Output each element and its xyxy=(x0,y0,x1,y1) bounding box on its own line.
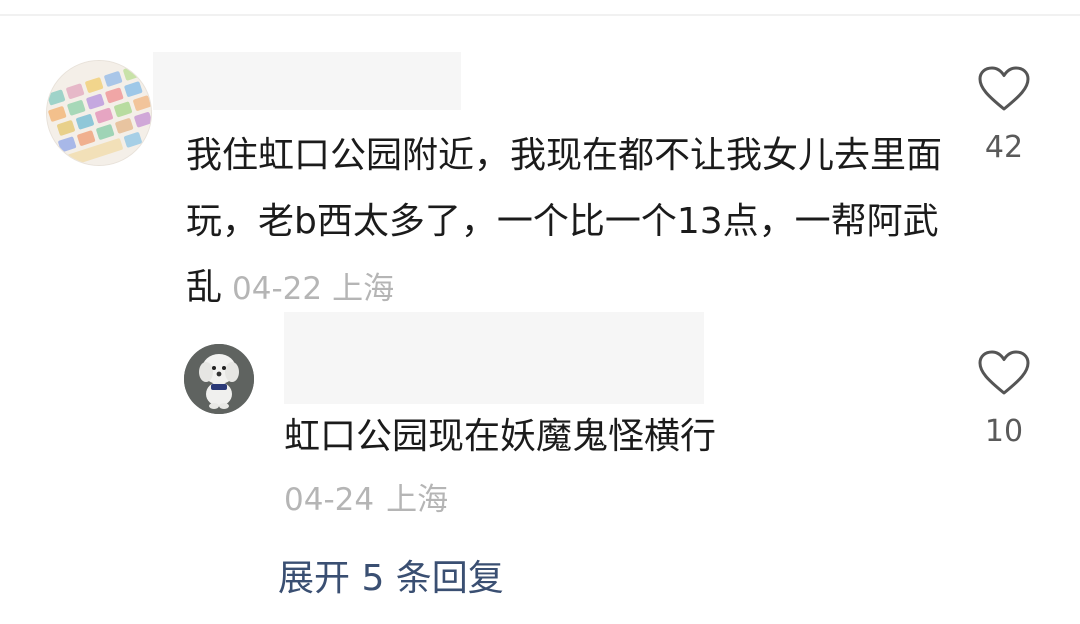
reply-date: 04-24 xyxy=(284,482,375,518)
heart-outline-icon xyxy=(978,66,1030,111)
comment-date: 04-22 xyxy=(232,271,323,307)
comment-like-count: 42 xyxy=(984,130,1024,165)
reply-like-count: 10 xyxy=(984,414,1024,449)
reply-like-button[interactable]: 10 xyxy=(964,350,1044,454)
username-redacted[interactable] xyxy=(153,52,461,110)
comment-like-button[interactable]: 42 xyxy=(964,66,1044,170)
dog-avatar-icon[interactable] xyxy=(184,344,254,414)
reply-body[interactable]: 虹口公园现在妖魔鬼怪横行 xyxy=(284,404,924,470)
reply-username-redacted[interactable] xyxy=(284,312,704,404)
reply-avatar-image xyxy=(184,344,254,414)
comment-location: 上海 xyxy=(332,271,395,307)
reply-meta: 04-24 上海 xyxy=(284,475,448,525)
reply-location: 上海 xyxy=(386,482,449,518)
keyboard-avatar-icon[interactable] xyxy=(46,60,152,166)
avatar-image xyxy=(47,61,151,165)
comment-meta: 04-22 上海 xyxy=(232,271,394,307)
expand-replies-button[interactable]: 展开 5 条回复 xyxy=(278,552,504,606)
comment-body[interactable]: 我住虹口公园附近，我现在都不让我女儿去里面玩，老b西太多了，一个比一个13点，一… xyxy=(186,123,946,322)
comment-item: 我住虹口公园附近，我现在都不让我女儿去里面玩，老b西太多了，一个比一个13点，一… xyxy=(0,0,1080,624)
heart-outline-icon xyxy=(978,350,1030,395)
reply-text: 虹口公园现在妖魔鬼怪横行 xyxy=(284,416,717,457)
